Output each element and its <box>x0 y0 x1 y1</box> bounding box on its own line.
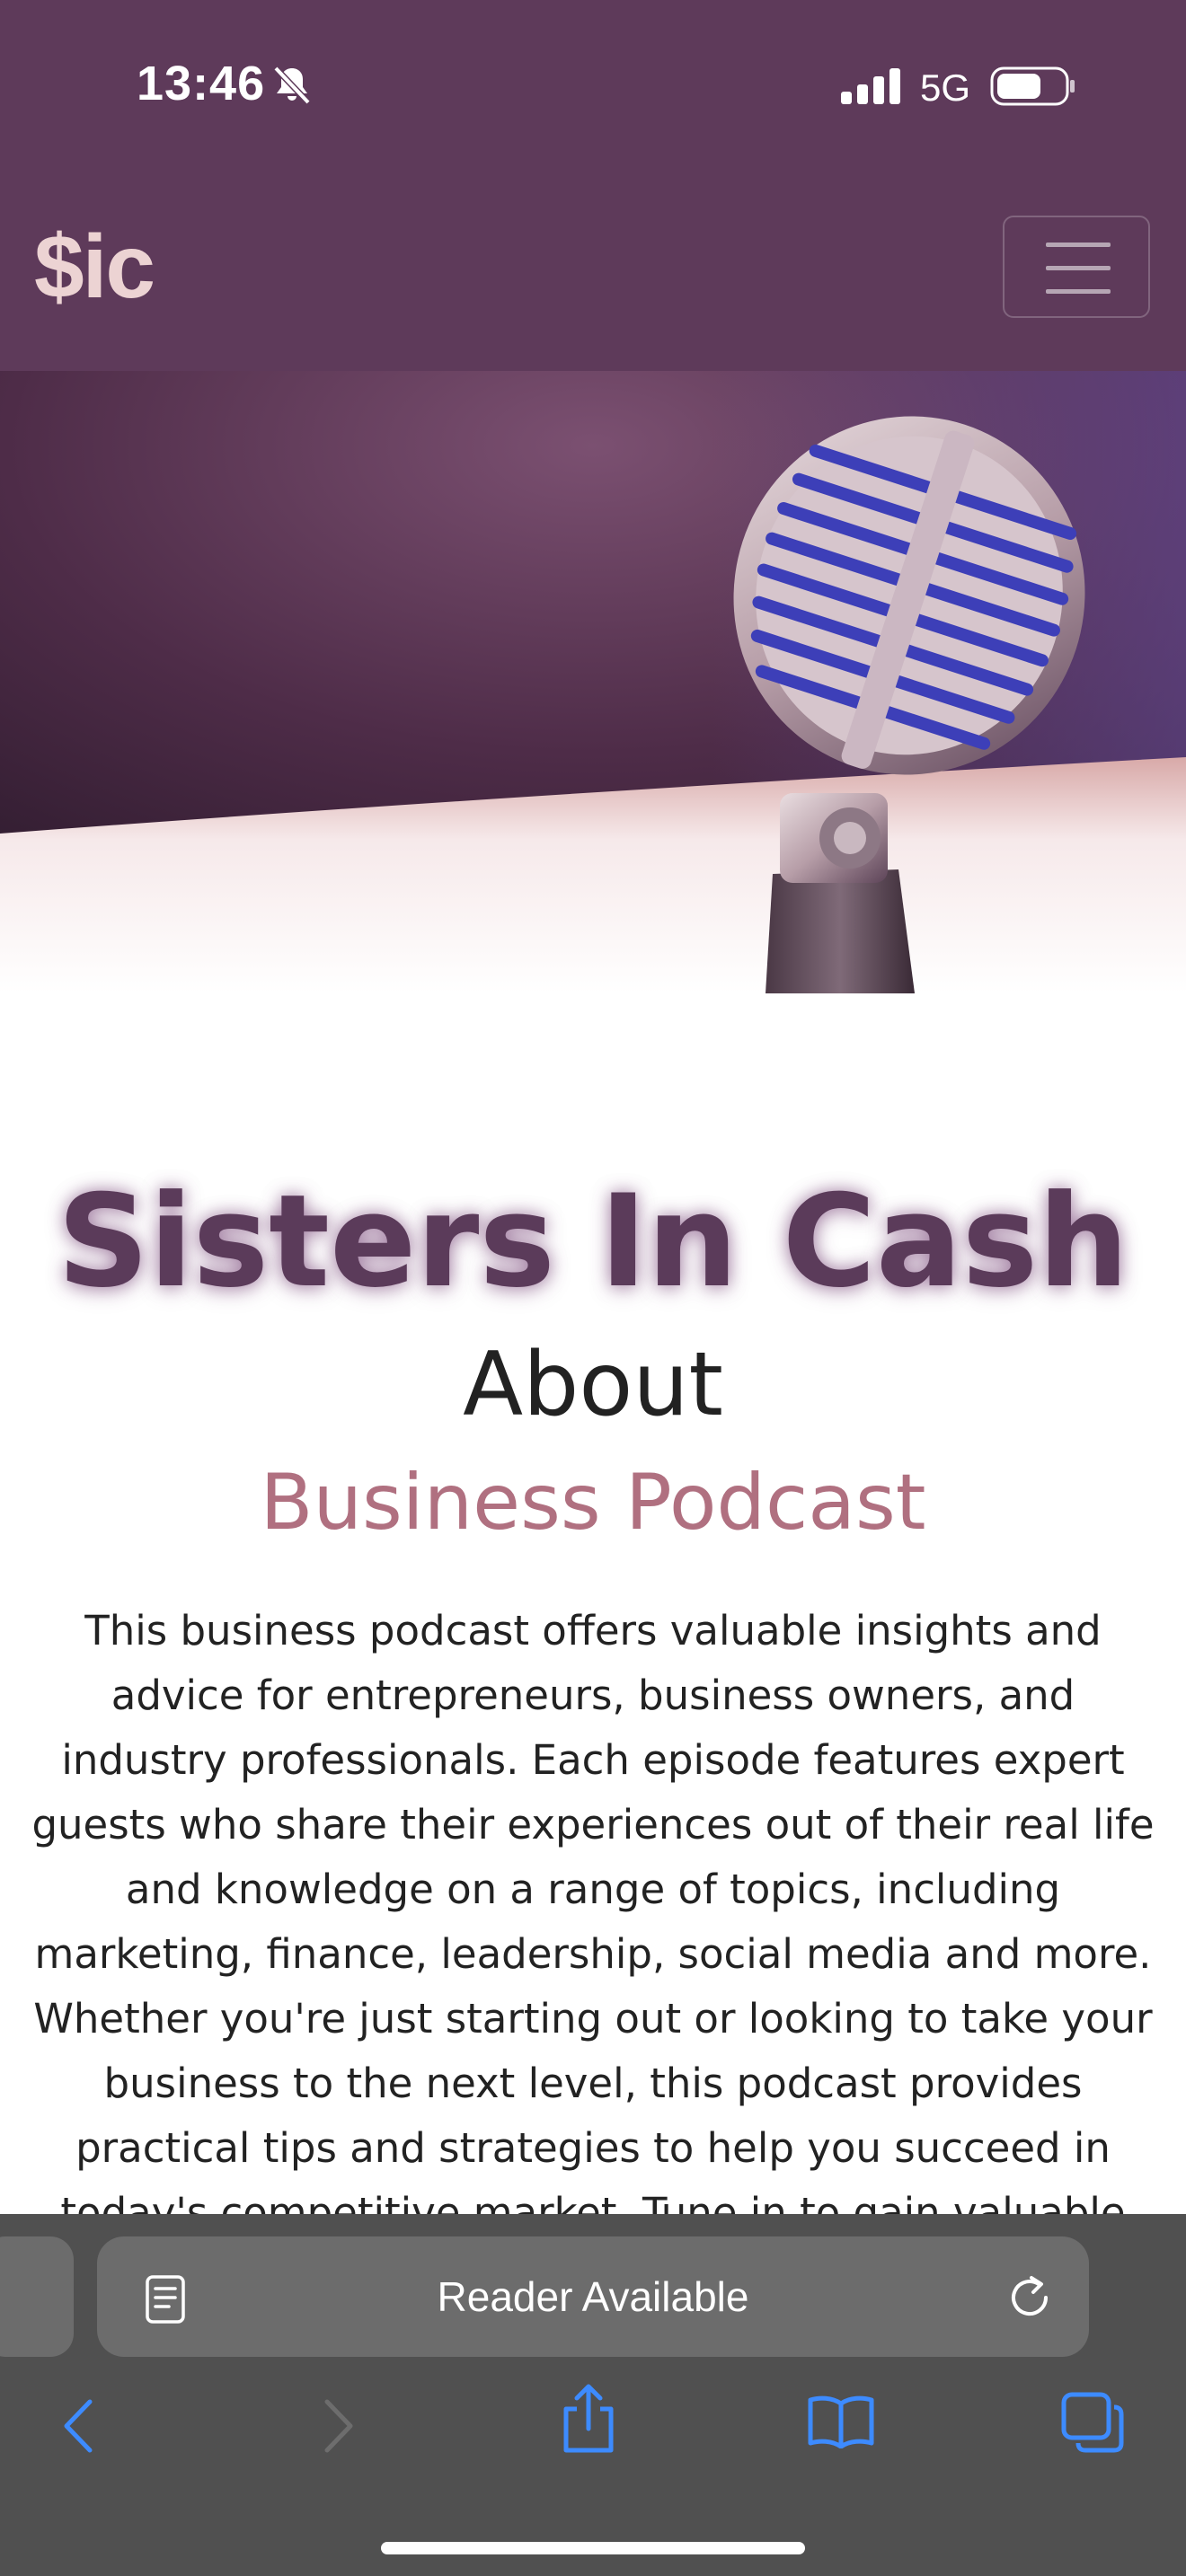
share-icon[interactable] <box>557 2382 620 2456</box>
forward-icon[interactable] <box>316 2398 359 2454</box>
battery-icon <box>990 66 1075 106</box>
home-indicator <box>381 2542 805 2554</box>
tabs-icon[interactable] <box>1060 2391 1125 2454</box>
menu-icon-line <box>1046 289 1111 294</box>
network-type: 5G <box>920 66 971 109</box>
cellular-signal-icon <box>841 68 900 104</box>
reader-available-label[interactable]: Reader Available <box>270 2272 916 2321</box>
section-heading: About <box>463 1334 723 1436</box>
page-title: Sisters In Cash <box>57 1168 1129 1316</box>
brand-logo[interactable]: $ic <box>34 216 155 319</box>
reload-icon[interactable] <box>1005 2272 1055 2323</box>
previous-tab-preview[interactable] <box>0 2236 74 2357</box>
body-paragraph: This business podcast offers valuable in… <box>31 1599 1155 2245</box>
paragraph-line: This business podcast offers valuable in… <box>84 1607 1102 1654</box>
paragraph-line: Whether you're just starting out or look… <box>33 1995 1153 2042</box>
status-time: 13:46 <box>137 57 266 110</box>
menu-toggle-button[interactable] <box>1003 216 1150 318</box>
paragraph-line: industry professionals. Each episode fea… <box>61 1736 1125 1784</box>
menu-icon-line <box>1046 243 1111 247</box>
hero-microphone-image <box>0 371 1186 993</box>
menu-icon-line <box>1046 266 1111 270</box>
reader-mode-icon[interactable] <box>144 2274 187 2325</box>
silent-bell-icon <box>273 66 311 105</box>
paragraph-line: advice for entrepreneurs, business owner… <box>111 1672 1075 1719</box>
section-subtitle: Business Podcast <box>260 1458 926 1548</box>
bookmarks-icon[interactable] <box>807 2393 875 2448</box>
paragraph-line: practical tips and strategies to help yo… <box>75 2124 1111 2172</box>
paragraph-line: marketing, finance, leadership, social m… <box>34 1930 1152 1978</box>
paragraph-line: and knowledge on a range of topics, incl… <box>125 1866 1061 1913</box>
paragraph-line: guests who share their experiences out o… <box>31 1801 1155 1848</box>
paragraph-line: business to the next level, this podcast… <box>103 2060 1083 2107</box>
back-icon[interactable] <box>58 2398 101 2454</box>
